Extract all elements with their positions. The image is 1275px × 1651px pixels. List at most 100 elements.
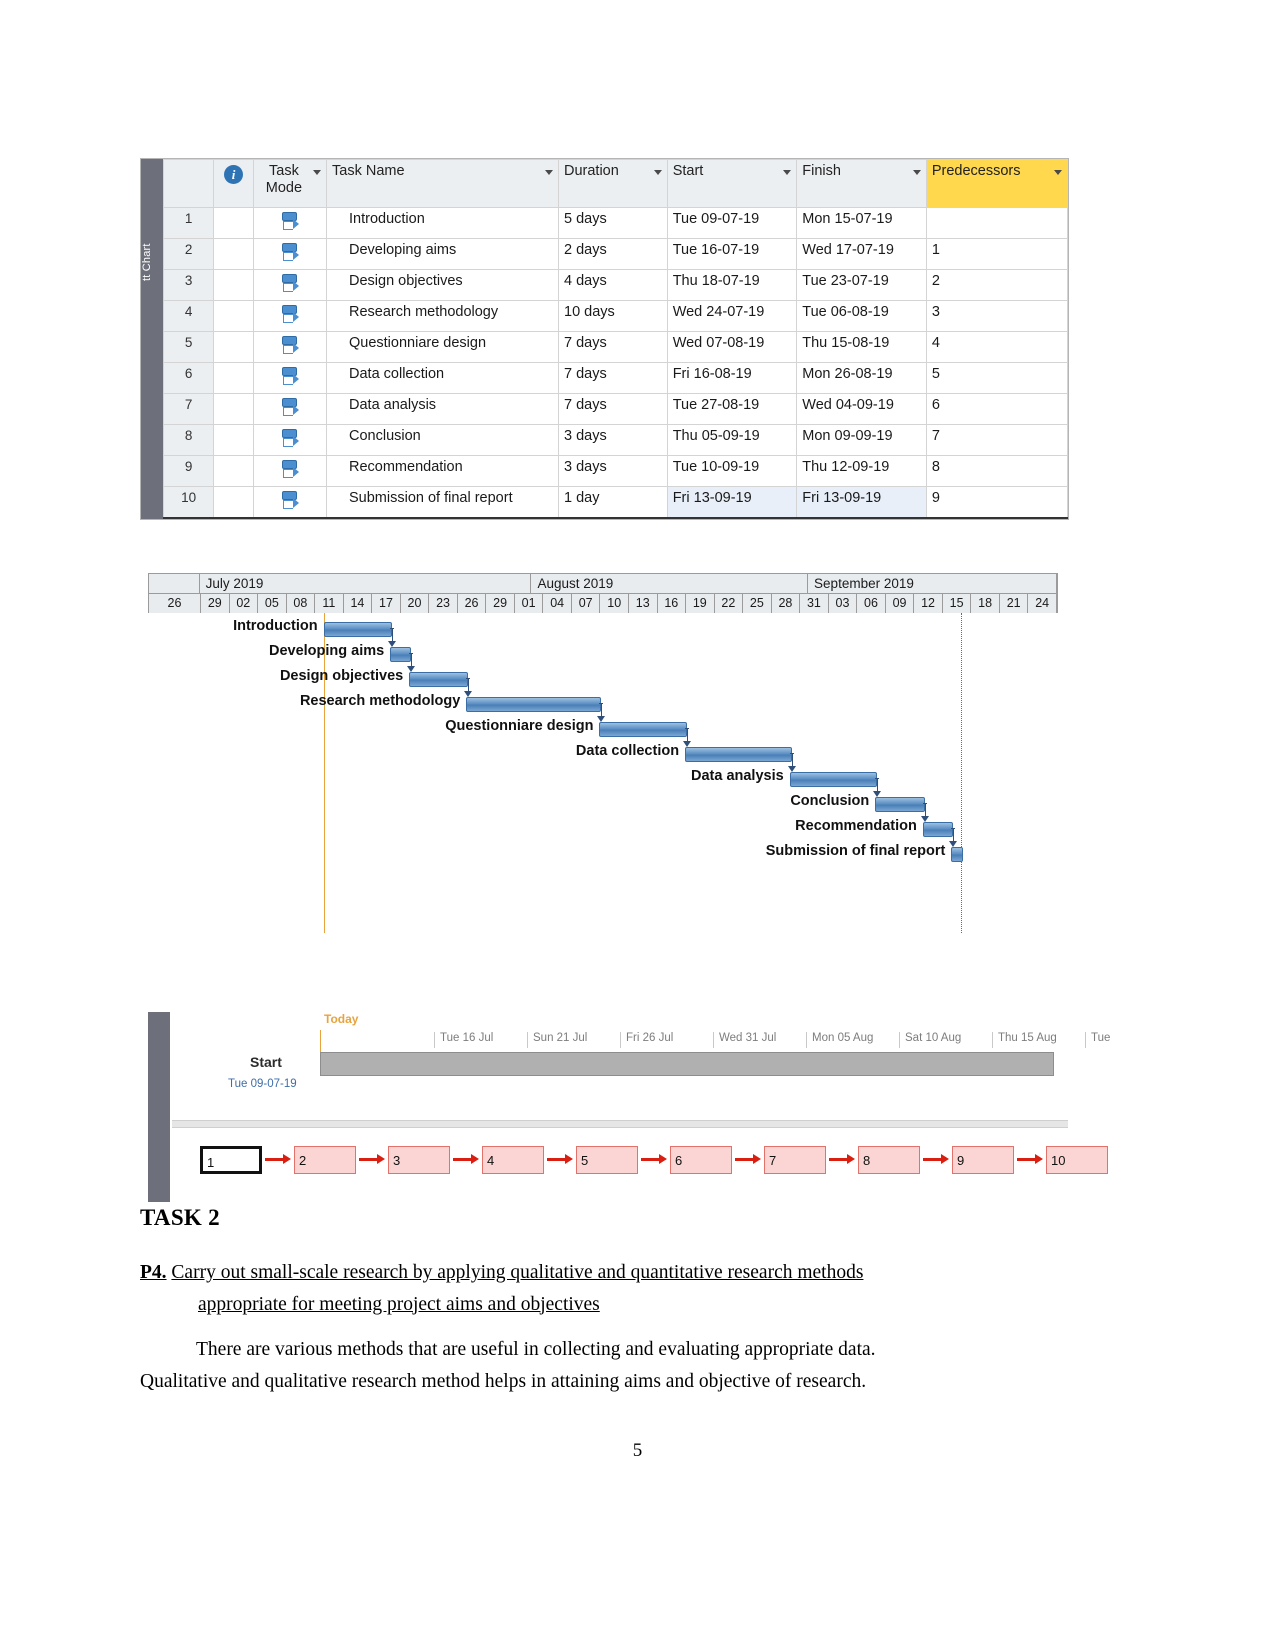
- row-task-mode[interactable]: [252, 424, 328, 456]
- row-task-mode[interactable]: [252, 331, 328, 363]
- row-task-mode[interactable]: [252, 455, 328, 487]
- network-node[interactable]: 5: [576, 1146, 638, 1174]
- column-header-finish[interactable]: Finish: [796, 159, 927, 208]
- gantt-day-tick: 16: [658, 594, 687, 613]
- row-finish: Mon 26-08-19: [796, 362, 927, 394]
- row-indicator[interactable]: [213, 207, 254, 239]
- row-task-mode[interactable]: [252, 207, 328, 239]
- network-arrow-icon: [359, 1154, 385, 1164]
- gantt-bar[interactable]: [599, 722, 688, 737]
- column-header-start-label: Start: [672, 163, 704, 179]
- table-row[interactable]: 8 Conclusion 3 days Thu 05-09-19 Mon 09-09-1…: [162, 424, 1069, 456]
- page-number: 5: [632, 1440, 643, 1461]
- column-header-indicator[interactable]: i: [213, 159, 254, 208]
- table-row[interactable]: 3 Design objectives 4 days Thu 18-07-19 Tue …: [162, 269, 1069, 301]
- network-node[interactable]: 6: [670, 1146, 732, 1174]
- network-arrow-icon: [265, 1154, 291, 1164]
- table-row[interactable]: 1 Introduction 5 days Tue 09-07-19 Mon 15-07…: [162, 207, 1069, 239]
- network-node[interactable]: 7: [764, 1146, 826, 1174]
- row-indicator[interactable]: [213, 393, 254, 425]
- row-task-name: Submission of final report: [326, 486, 559, 519]
- chevron-down-icon[interactable]: [653, 170, 662, 175]
- today-line: [323, 613, 325, 933]
- row-indicator[interactable]: [213, 238, 254, 270]
- chevron-down-icon[interactable]: [912, 170, 921, 175]
- gantt-bar[interactable]: [789, 772, 878, 787]
- chevron-down-icon[interactable]: [783, 170, 792, 175]
- gantt-bar[interactable]: [685, 747, 792, 762]
- network-node[interactable]: 9: [952, 1146, 1014, 1174]
- auto-schedule-icon: [279, 305, 301, 327]
- table-row[interactable]: 6 Data collection 7 days Fri 16-08-19 Mon 26…: [162, 362, 1069, 394]
- gantt-bar[interactable]: [390, 647, 412, 662]
- row-task-mode[interactable]: [252, 393, 328, 425]
- table-row[interactable]: 4 Research methodology 10 days Wed 24-07-19…: [162, 300, 1069, 332]
- network-node[interactable]: 4: [482, 1146, 544, 1174]
- row-indicator[interactable]: [213, 300, 254, 332]
- gantt-bar[interactable]: [323, 622, 393, 637]
- network-node[interactable]: 2: [294, 1146, 356, 1174]
- dependency-link: [953, 828, 955, 842]
- row-indicator[interactable]: [213, 362, 254, 394]
- table-row[interactable]: 7 Data analysis 7 days Tue 27-08-19 Wed 04-0…: [162, 393, 1069, 425]
- network-node[interactable]: 3: [388, 1146, 450, 1174]
- gantt-day-tick: 26: [458, 594, 487, 613]
- gantt-bar[interactable]: [951, 847, 963, 862]
- document-body: TASK 2 P4. Carry out small-scale researc…: [140, 1205, 1070, 1397]
- row-id: 9: [162, 455, 215, 487]
- chevron-down-icon[interactable]: [313, 170, 321, 175]
- row-start: Thu 18-07-19: [666, 269, 798, 301]
- table-row[interactable]: 5 Questionniare design 7 days Wed 07-08-19 T…: [162, 331, 1069, 363]
- row-indicator[interactable]: [213, 424, 254, 456]
- row-duration: 10 days: [558, 300, 668, 332]
- row-task-mode[interactable]: [252, 269, 328, 301]
- gantt-day-tick: 20: [401, 594, 430, 613]
- column-header-start[interactable]: Start: [666, 159, 798, 208]
- row-indicator[interactable]: [213, 269, 254, 301]
- row-task-mode[interactable]: [252, 238, 328, 270]
- gantt-bar[interactable]: [922, 822, 954, 837]
- gantt-day-tick: 29: [486, 594, 515, 613]
- table-row[interactable]: 10 Submission of final report 1 day Fri 13-…: [162, 486, 1069, 519]
- gantt-bar[interactable]: [466, 697, 602, 712]
- row-indicator[interactable]: [213, 455, 254, 487]
- row-start: Wed 07-08-19: [666, 331, 798, 363]
- chevron-down-icon[interactable]: [545, 170, 553, 175]
- table-row[interactable]: 2 Developing aims 2 days Tue 16-07-19 Wed 17…: [162, 238, 1069, 270]
- gantt-day-tick: 02: [230, 594, 259, 613]
- network-node[interactable]: 1: [200, 1146, 262, 1174]
- gantt-day-tick: 09: [886, 594, 915, 613]
- gantt-month-label: August 2019: [531, 574, 809, 593]
- table-row[interactable]: 9 Recommendation 3 days Tue 10-09-19 Thu 12-…: [162, 455, 1069, 487]
- gantt-day-tick: 04: [543, 594, 572, 613]
- row-task-name: Data analysis: [326, 393, 559, 425]
- row-task-mode[interactable]: [252, 362, 328, 394]
- row-indicator[interactable]: [213, 486, 254, 519]
- gantt-timescale-header: July 2019 August 2019 September 2019 26 29 0…: [148, 573, 1058, 613]
- project-finish-line: [960, 613, 962, 933]
- dependency-arrow-icon: [683, 741, 692, 747]
- gantt-day-tick: 06: [857, 594, 886, 613]
- gantt-day-tick: 26: [149, 594, 201, 613]
- gantt-day-tick: 03: [829, 594, 858, 613]
- gantt-day-tick: 15: [943, 594, 972, 613]
- column-header-task-name[interactable]: Task Name: [326, 159, 559, 208]
- column-header-task-mode[interactable]: Task Mode: [252, 159, 328, 208]
- row-task-name: Developing aims: [326, 238, 559, 270]
- network-node[interactable]: 8: [858, 1146, 920, 1174]
- gantt-day-tick: 23: [429, 594, 458, 613]
- column-header-predecessors[interactable]: Predecessors: [925, 159, 1069, 208]
- row-task-mode[interactable]: [252, 300, 328, 332]
- network-arrow-icon: [923, 1154, 949, 1164]
- row-task-mode[interactable]: [252, 486, 328, 519]
- gantt-bar[interactable]: [409, 672, 469, 687]
- chevron-down-icon[interactable]: [1054, 170, 1062, 175]
- row-start: Tue 16-07-19: [666, 238, 798, 270]
- column-header-duration[interactable]: Duration: [558, 159, 668, 208]
- timeline-summary-bar[interactable]: [320, 1052, 1054, 1076]
- row-indicator[interactable]: [213, 331, 254, 363]
- column-header-predecessors-label: Predecessors: [931, 163, 1021, 179]
- network-node[interactable]: 10: [1046, 1146, 1108, 1174]
- timeline-date-tick: Tue 16 Jul: [434, 1032, 493, 1048]
- gantt-bar[interactable]: [875, 797, 925, 812]
